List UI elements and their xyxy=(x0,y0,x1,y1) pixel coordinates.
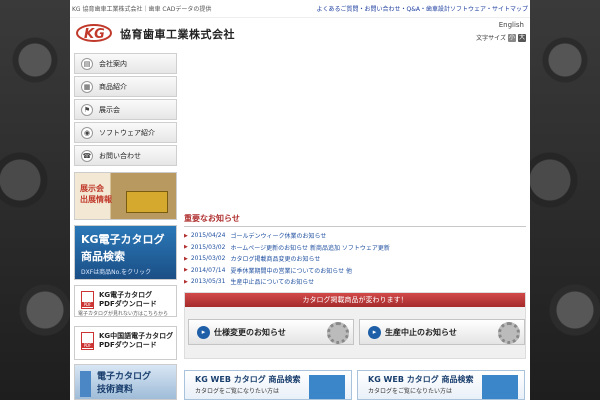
news-date: 2014/07/14 xyxy=(190,266,226,274)
nav-item-label: お問い合わせ xyxy=(99,151,141,160)
web-catalog-title: KG WEB カタログ 商品検索 xyxy=(368,375,474,384)
catalog-change-header: カタログ掲載商品が変わります！ xyxy=(185,293,525,307)
news-item[interactable]: ▶ 2015/03/02 ホームページ更新のお知らせ 新商品追加 ソフトウェア更… xyxy=(184,242,526,254)
gear-icon xyxy=(327,322,349,344)
catalog-change-panel: カタログ掲載商品が変わります！ ▸ 仕様変更のお知らせ ▸ 生産中止のお知らせ xyxy=(184,292,526,359)
nav-item-label: 会社案内 xyxy=(99,59,127,68)
company-name: 協育歯車工業株式会社 xyxy=(120,28,235,41)
arrow-icon: ▶ xyxy=(184,255,188,262)
exhibition-line-1: 展示会 xyxy=(80,184,104,193)
news-item[interactable]: ▶ 2014/07/14 夏季休業期間中の営業についてのお知らせ 他 xyxy=(184,265,526,277)
arrow-icon: ▶ xyxy=(184,244,188,251)
nav-item-label: 展示会 xyxy=(99,105,120,114)
exhibition-banner-text: 展示会 出展情報 xyxy=(80,183,112,205)
nav-item-products[interactable]: ▦ 商品紹介 xyxy=(74,76,177,97)
font-small-button[interactable]: 小 xyxy=(508,33,516,42)
news-date: 2013/05/31 xyxy=(190,278,226,286)
web-catalog-banner[interactable]: KG WEB カタログ 商品検索 カタログをご覧になりたい方は xyxy=(357,370,525,400)
arrow-icon: ▶ xyxy=(184,267,188,274)
web-catalog-banner[interactable]: KG WEB カタログ 商品検索 カタログをご覧になりたい方は xyxy=(184,370,352,400)
news-text[interactable]: 夏季休業期間中の営業についてのお知らせ 他 xyxy=(230,266,352,275)
exhibition-line-2: 出展情報 xyxy=(80,195,112,204)
spec-change-button[interactable]: ▸ 仕様変更のお知らせ xyxy=(188,319,354,345)
pdf-subtitle: PDFダウンロード xyxy=(99,300,157,308)
chinese-pdf-download-banner[interactable]: KG中国語電子カタログ PDFダウンロード xyxy=(74,326,177,360)
header: KG 協育歯車工業株式会社 English 文字サイズ 小 大 xyxy=(70,18,530,48)
sidebar-nav: ▤ 会社案内 ▦ 商品紹介 ⚑ 展示会 ◉ ソフトウェア紹介 ☎ お問い合わせ xyxy=(74,53,177,168)
web-catalog-sub: カタログをご覧になりたい方は xyxy=(368,388,453,395)
news-date: 2015/03/02 xyxy=(190,255,226,263)
web-catalog-title: KG WEB カタログ 商品検索 xyxy=(195,375,301,384)
company-logo[interactable]: KG xyxy=(76,23,116,43)
left-background xyxy=(0,0,70,400)
technical-subtitle: 技術資料 xyxy=(97,385,134,395)
technical-data-banner[interactable]: 電子カタログ 技術資料 xyxy=(74,364,177,400)
flag-icon: ⚑ xyxy=(81,103,93,116)
arrow-icon: ▶ xyxy=(184,232,188,239)
page: KG 協育歯車工業株式会社｜歯車 CADデータの提供 よくあるご質問・お問い合わ… xyxy=(70,0,530,400)
top-bar-links[interactable]: よくあるご質問・お問い合わせ・Q&A・歯車設計ソフトウェア・サイトマップ xyxy=(316,4,528,13)
nav-item-company[interactable]: ▤ 会社案内 xyxy=(74,53,177,74)
e-catalog-search-banner[interactable]: KG電子カタログ 商品検索 DXFは商品No.をクリック xyxy=(74,225,177,280)
notices-title: 重要なお知らせ xyxy=(184,213,526,227)
discontinued-label: 生産中止のお知らせ xyxy=(385,327,457,337)
news-date: 2015/04/24 xyxy=(190,232,226,240)
news-item[interactable]: ▶ 2013/05/31 生産中止品についてのお知らせ xyxy=(184,276,526,288)
e-catalog-note: DXFは商品No.をクリック xyxy=(81,269,152,276)
news-item[interactable]: ▶ 2015/04/24 ゴールデンウィーク休業のお知らせ xyxy=(184,230,526,242)
news-date: 2015/03/02 xyxy=(190,243,226,251)
catalog-thumbnail xyxy=(482,375,518,399)
catalog-thumbnail xyxy=(309,375,345,399)
news-text[interactable]: カタログ掲載商品変更のお知らせ xyxy=(230,254,320,263)
web-catalog-sub: カタログをご覧になりたい方は xyxy=(195,388,280,395)
news-text[interactable]: ゴールデンウィーク休業のお知らせ xyxy=(230,231,326,240)
news-text[interactable]: ホームページ更新のお知らせ 新商品追加 ソフトウェア更新 xyxy=(230,243,389,252)
technical-title: 電子カタログ xyxy=(97,372,152,382)
nav-item-software[interactable]: ◉ ソフトウェア紹介 xyxy=(74,122,177,143)
exhibition-banner[interactable]: 展示会 出展情報 xyxy=(74,172,177,220)
disc-icon: ◉ xyxy=(81,126,93,139)
discontinued-button[interactable]: ▸ 生産中止のお知らせ xyxy=(359,319,525,345)
nav-item-label: 商品紹介 xyxy=(99,82,127,91)
logo-text: KG xyxy=(84,27,105,42)
arrow-right-icon: ▸ xyxy=(197,325,210,339)
right-background xyxy=(530,0,600,400)
book-icon: ▤ xyxy=(81,57,93,70)
arrow-right-icon: ▸ xyxy=(368,325,381,339)
spec-change-label: 仕様変更のお知らせ xyxy=(214,327,286,337)
e-catalog-subtitle: 商品検索 xyxy=(81,250,125,263)
top-bar-left-text: KG 協育歯車工業株式会社｜歯車 CADデータの提供 xyxy=(72,6,212,13)
news-item[interactable]: ▶ 2015/03/02 カタログ掲載商品変更のお知らせ xyxy=(184,253,526,265)
pdf-download-banner[interactable]: KG電子カタログ PDFダウンロード 電子カタログが見れない方はこちらから xyxy=(74,285,177,317)
box-icon: ▦ xyxy=(81,80,93,93)
chinese-pdf-subtitle: PDFダウンロード xyxy=(99,341,157,349)
phone-icon: ☎ xyxy=(81,149,93,162)
news-text[interactable]: 生産中止品についてのお知らせ xyxy=(230,277,314,286)
gear-icon xyxy=(498,322,520,344)
english-link[interactable]: English xyxy=(499,21,524,29)
top-bar: KG 協育歯車工業株式会社｜歯車 CADデータの提供 よくあるご質問・お問い合わ… xyxy=(70,0,530,18)
catalog-book-icon xyxy=(80,371,91,397)
pdf-icon xyxy=(81,332,94,350)
important-notices: 重要なお知らせ ▶ 2015/04/24 ゴールデンウィーク休業のお知らせ ▶ … xyxy=(184,213,526,288)
nav-item-label: ソフトウェア紹介 xyxy=(99,128,155,137)
e-catalog-title: KG電子カタログ xyxy=(81,233,165,246)
pdf-icon xyxy=(81,291,94,309)
nav-item-contact[interactable]: ☎ お問い合わせ xyxy=(74,145,177,166)
nav-item-exhibition[interactable]: ⚑ 展示会 xyxy=(74,99,177,120)
font-size-label: 文字サイズ xyxy=(476,35,506,42)
pdf-note: 電子カタログが見れない方はこちらから xyxy=(78,311,169,317)
arrow-icon: ▶ xyxy=(184,278,188,285)
font-size-control: 文字サイズ 小 大 xyxy=(476,33,526,42)
exhibition-photo xyxy=(126,191,168,213)
font-large-button[interactable]: 大 xyxy=(518,33,526,42)
